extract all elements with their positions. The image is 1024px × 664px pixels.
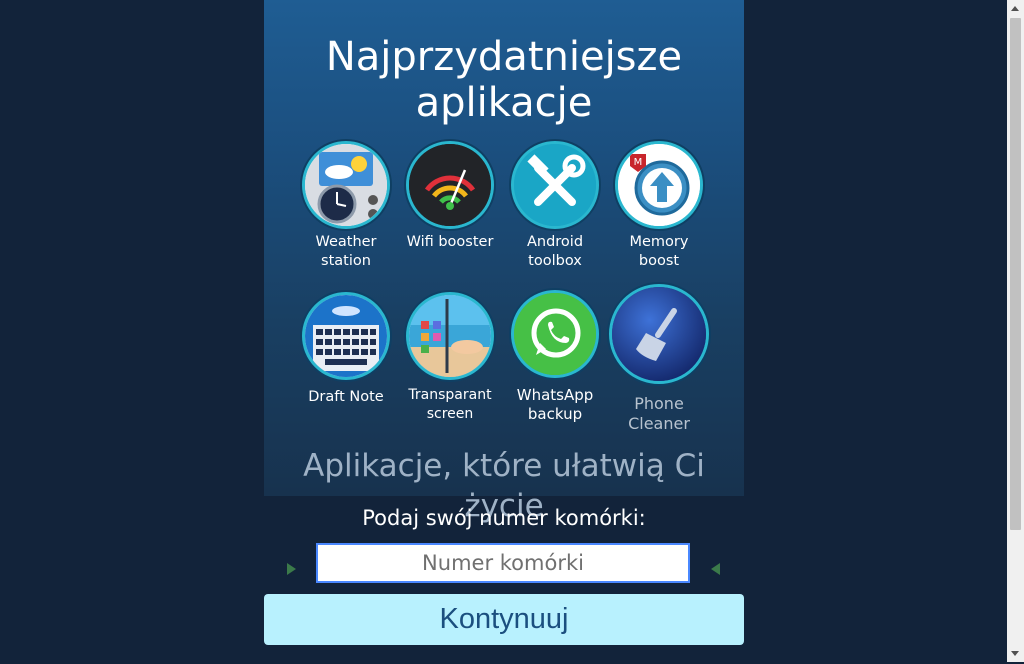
title-line-1: Najprzydatniejsze: [325, 34, 683, 80]
app-memory-boost[interactable]: M Memory boost: [607, 141, 711, 271]
phone-prompt-label: Podaj swój numer komórki:: [362, 506, 646, 530]
app-weather-station[interactable]: Weather station: [294, 141, 398, 271]
wifi-gauge-icon: [406, 141, 494, 229]
app-label: Memory: [629, 234, 689, 250]
app-label: toolbox: [528, 253, 582, 269]
app-label: Android: [526, 234, 584, 250]
app-label: station: [321, 253, 371, 269]
app-label: Draft Note: [308, 389, 384, 405]
transparent-screen-icon: [406, 292, 494, 380]
app-label: Phone: [634, 394, 684, 413]
continue-button[interactable]: Kontynuuj: [264, 594, 744, 645]
app-wifi-booster[interactable]: Wifi booster: [398, 141, 502, 252]
app-label: Cleaner: [628, 414, 690, 433]
app-label: Weather: [315, 234, 377, 250]
title-line-2: aplikacje: [415, 80, 593, 126]
app-label: backup: [527, 405, 583, 423]
scroll-up-button[interactable]: [1007, 0, 1024, 17]
upload-arrow-icon: M: [615, 141, 703, 229]
app-label: Transparant: [408, 387, 492, 403]
broom-icon: [609, 284, 709, 384]
app-phone-cleaner[interactable]: Phone Cleaner: [607, 284, 711, 434]
app-draft-note[interactable]: Draft Note: [294, 292, 398, 407]
scrollbar-thumb[interactable]: [1010, 18, 1021, 530]
whatsapp-icon: [511, 290, 599, 378]
app-label: Wifi booster: [406, 234, 494, 250]
phone-number-input[interactable]: [316, 543, 690, 583]
tools-icon: [511, 141, 599, 229]
vertical-scrollbar[interactable]: [1007, 0, 1024, 662]
arrow-right-icon: [287, 563, 296, 575]
app-label: WhatsApp: [516, 386, 594, 404]
app-label: screen: [426, 406, 474, 422]
app-android-toolbox[interactable]: Android toolbox: [503, 141, 607, 271]
app-transparant-screen[interactable]: Transparant screen: [398, 292, 502, 424]
svg-text:M: M: [634, 157, 643, 168]
page-title: Najprzydatniejsze aplikacje: [264, 34, 744, 126]
weather-clock-icon: [302, 141, 390, 229]
keyboard-icon: [302, 292, 390, 380]
scroll-down-button[interactable]: [1007, 645, 1024, 662]
arrow-left-icon: [711, 563, 720, 575]
app-label: boost: [638, 253, 680, 269]
fine-print: [0, 654, 1008, 664]
app-whatsapp-backup[interactable]: WhatsApp backup: [503, 290, 607, 424]
